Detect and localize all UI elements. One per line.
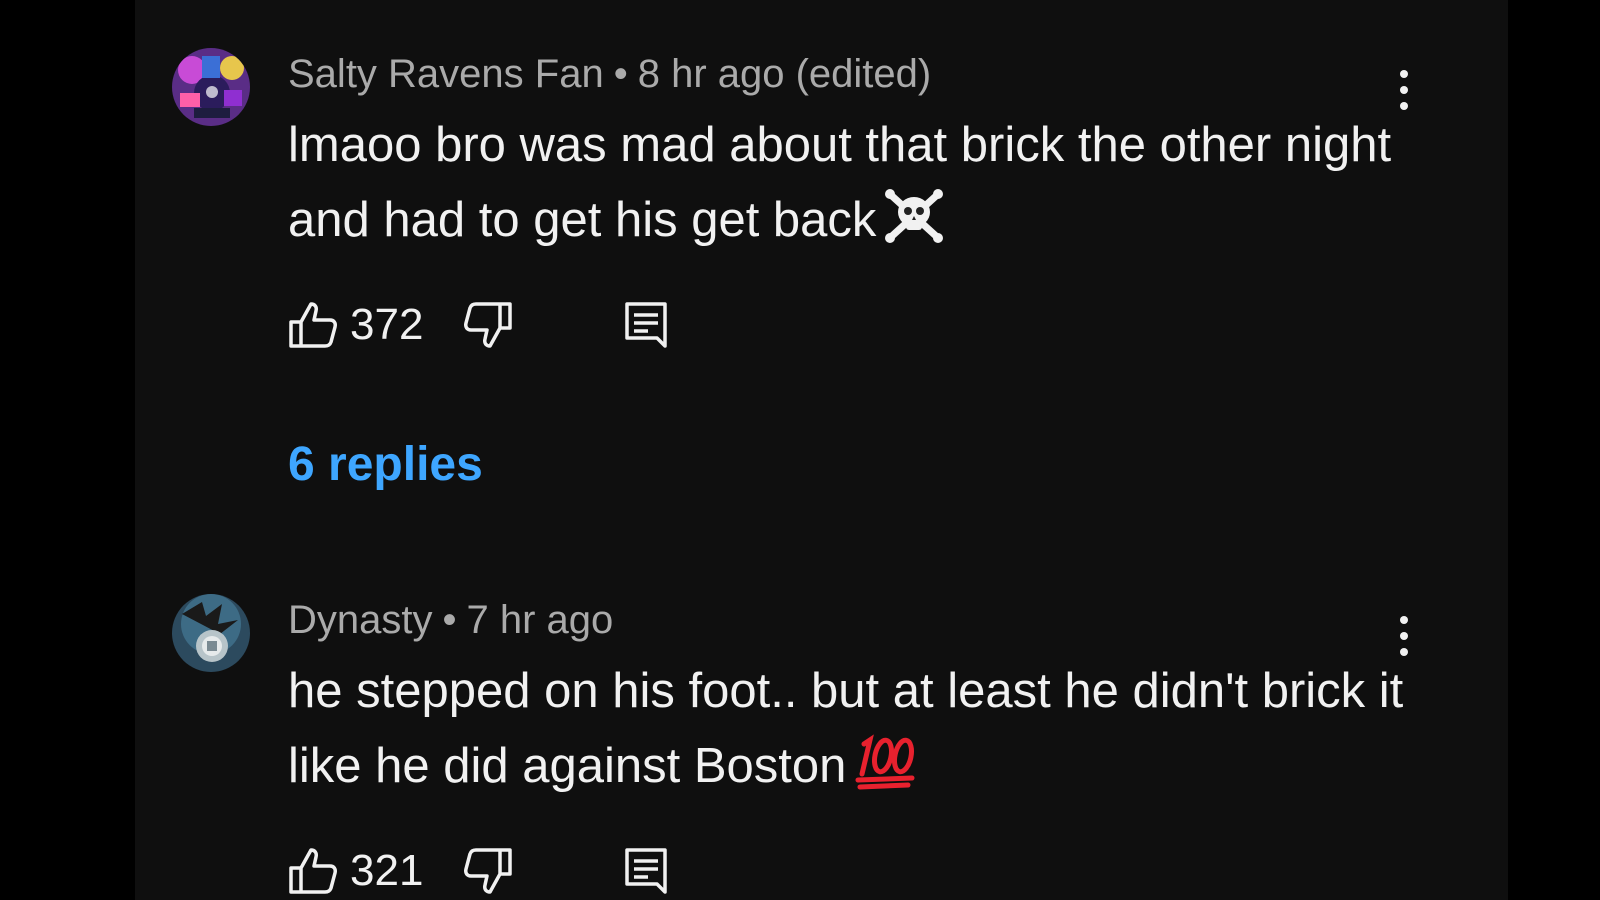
- view-replies-link[interactable]: 6 replies: [288, 437, 483, 493]
- thumbs-down-icon[interactable]: [463, 300, 513, 350]
- reply-icon[interactable]: [621, 300, 671, 350]
- comment-header: Dynasty • 7 hr ago: [288, 596, 613, 644]
- comment-text: he stepped on his foot.. but at least he…: [288, 654, 1418, 812]
- avatar[interactable]: [172, 48, 250, 126]
- comment-actions: 372: [288, 300, 708, 350]
- skull-and-crossbones-icon: [884, 186, 944, 266]
- comment-text-content: he stepped on his foot.. but at least he…: [288, 664, 1404, 793]
- comment-header: Salty Ravens Fan • 8 hr ago (edited): [288, 50, 931, 98]
- more-options-icon[interactable]: [1392, 614, 1416, 658]
- comment-text-content: lmaoo bro was mad about that brick the o…: [288, 118, 1392, 247]
- like-count: 372: [350, 300, 424, 349]
- comment-time: 7 hr ago: [466, 598, 614, 642]
- like-count: 321: [350, 846, 424, 895]
- separator-dot: •: [613, 52, 628, 96]
- comment-text: lmaoo bro was mad about that brick the o…: [288, 108, 1418, 266]
- separator-dot: •: [442, 598, 457, 642]
- avatar[interactable]: [172, 594, 250, 672]
- more-options-icon[interactable]: [1392, 68, 1416, 112]
- thumbs-down-icon[interactable]: [463, 846, 513, 896]
- thumbs-up-icon[interactable]: [288, 846, 338, 896]
- comment-author[interactable]: Dynasty: [288, 598, 433, 642]
- reply-icon[interactable]: [621, 846, 671, 896]
- thumbs-up-icon[interactable]: [288, 300, 338, 350]
- hundred-points-icon: [854, 734, 918, 812]
- comment-author[interactable]: Salty Ravens Fan: [288, 52, 604, 96]
- comments-panel: Salty Ravens Fan • 8 hr ago (edited) lmaoo…: [135, 0, 1508, 900]
- comment-actions: 321: [288, 846, 708, 896]
- comment-time: 8 hr ago (edited): [637, 52, 932, 96]
